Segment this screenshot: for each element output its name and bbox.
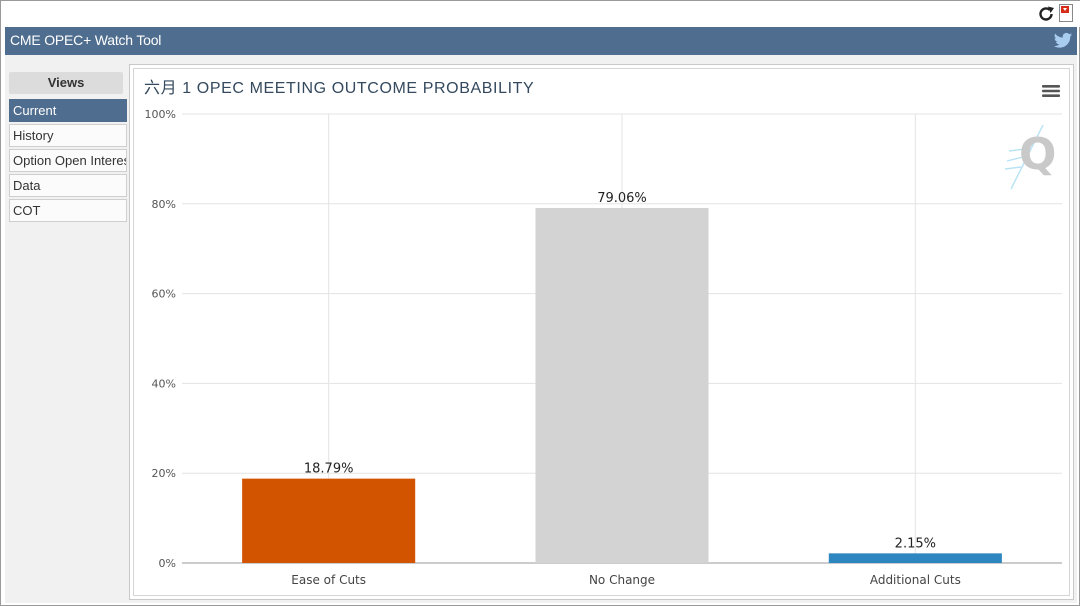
sidebar-item-option-open-interest[interactable]: Option Open Interest bbox=[9, 149, 127, 172]
data-label: 2.15% bbox=[895, 536, 936, 551]
bar-ease-of-cuts bbox=[242, 478, 416, 563]
bar-chart: 0% 20% 40% 60% 80% 100% 18.79% Ease of Cuts 79.0… bbox=[145, 108, 1062, 587]
app-title: CME OPEC+ Watch Tool bbox=[10, 32, 162, 48]
pdf-icon[interactable] bbox=[1059, 4, 1073, 22]
sidebar-item-current[interactable]: Current bbox=[9, 99, 127, 122]
x-tick-label: No Change bbox=[589, 573, 655, 587]
y-tick-label: 40% bbox=[152, 377, 176, 390]
top-toolbar bbox=[1, 1, 1080, 27]
chart-panel: 六月 1 OPEC MEETING OUTCOME PROBABILITY Q bbox=[133, 68, 1070, 596]
bar-additional-cuts bbox=[828, 553, 1002, 563]
title-bar: CME OPEC+ Watch Tool bbox=[5, 27, 1077, 55]
data-label: 79.06% bbox=[597, 191, 647, 206]
y-tick-label: 0% bbox=[159, 557, 176, 570]
y-tick-label: 60% bbox=[152, 288, 176, 301]
views-sidebar: Views Current History Option Open Intere… bbox=[5, 55, 127, 603]
chart-container: 六月 1 OPEC MEETING OUTCOME PROBABILITY Q bbox=[129, 64, 1074, 600]
app-window: CME OPEC+ Watch Tool Views Current Histo… bbox=[0, 0, 1080, 606]
chart-bars bbox=[242, 208, 1002, 563]
data-label: 18.79% bbox=[304, 462, 354, 477]
sidebar-item-cot[interactable]: COT bbox=[9, 199, 127, 222]
y-tick-label: 80% bbox=[152, 198, 176, 211]
twitter-icon[interactable] bbox=[1053, 32, 1073, 50]
main-content: 六月 1 OPEC MEETING OUTCOME PROBABILITY Q bbox=[127, 55, 1077, 603]
sidebar-item-history[interactable]: History bbox=[9, 124, 127, 147]
y-tick-label: 100% bbox=[145, 108, 176, 121]
y-tick-label: 20% bbox=[152, 467, 176, 480]
x-tick-label: Additional Cuts bbox=[870, 573, 961, 587]
x-tick-label: Ease of Cuts bbox=[291, 573, 366, 587]
sidebar-item-data[interactable]: Data bbox=[9, 174, 127, 197]
bar-no-change bbox=[535, 208, 709, 563]
views-header: Views bbox=[9, 72, 123, 94]
refresh-icon[interactable] bbox=[1037, 5, 1055, 23]
